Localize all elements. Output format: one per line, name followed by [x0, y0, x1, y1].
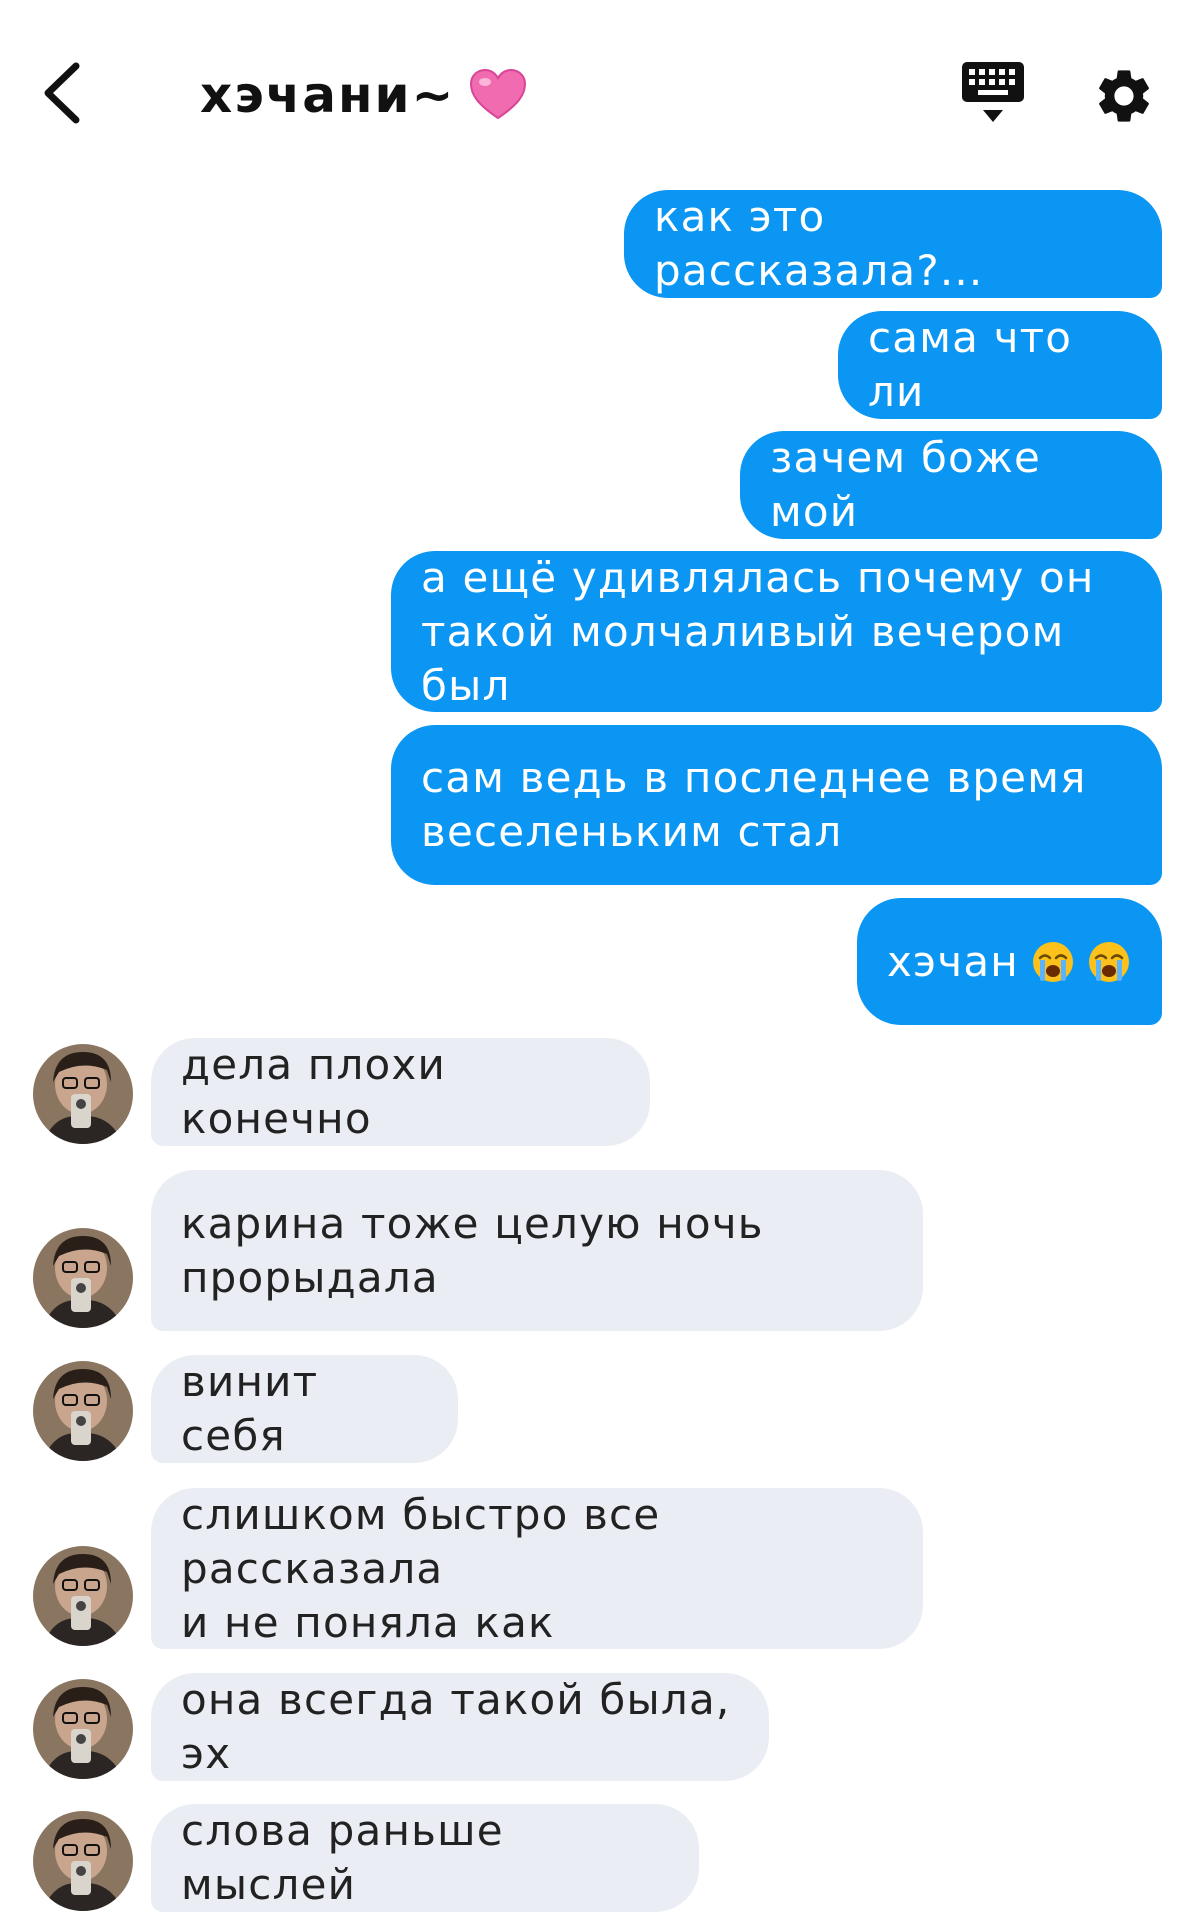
avatar[interactable]	[33, 1811, 133, 1911]
incoming-message[interactable]: дела плохи конечно	[151, 1038, 650, 1146]
avatar[interactable]	[33, 1228, 133, 1328]
chat-header: хэчани~	[0, 0, 1194, 180]
message-text: она всегда такой была, эх	[181, 1675, 731, 1778]
keyboard-toggle-button[interactable]	[960, 60, 1026, 126]
message-text: слова раньше мыслей	[181, 1806, 504, 1909]
outgoing-message[interactable]: а ещё удивлялась почему он такой молчали…	[391, 551, 1162, 712]
gear-icon	[1099, 70, 1149, 122]
pink-heart-icon	[470, 68, 527, 120]
outgoing-message[interactable]: сама что ли	[838, 311, 1162, 419]
message-text: как это рассказала?...	[654, 192, 984, 295]
avatar[interactable]	[33, 1044, 133, 1144]
message-text: дела плохи конечно	[181, 1040, 446, 1143]
settings-button[interactable]	[1092, 64, 1156, 128]
incoming-message[interactable]: слова раньше мыслей	[151, 1804, 699, 1912]
message-text: сама что ли	[868, 313, 1073, 416]
crying-face-icon	[1032, 941, 1073, 982]
contact-name: хэчани~	[200, 66, 456, 124]
outgoing-message[interactable]: хэчан	[857, 898, 1162, 1025]
message-text: карина тоже целую ночь прорыдала	[181, 1198, 764, 1302]
avatar[interactable]	[33, 1361, 133, 1461]
outgoing-message[interactable]: зачем боже мой	[740, 431, 1162, 539]
incoming-message[interactable]: она всегда такой была, эх	[151, 1673, 769, 1781]
incoming-message[interactable]: карина тоже целую ночь прорыдала	[151, 1170, 923, 1331]
message-text: а ещё удивлялась почему он такой молчали…	[421, 552, 1095, 710]
incoming-message[interactable]: слишком быстро все рассказала и не понял…	[151, 1488, 923, 1649]
message-text: зачем боже мой	[770, 433, 1042, 536]
back-button[interactable]	[36, 58, 96, 128]
chevron-left-icon	[44, 62, 80, 124]
avatar[interactable]	[33, 1679, 133, 1779]
keyboard-hide-icon	[962, 62, 1024, 122]
message-text: сам ведь в последнее время веселеньким с…	[421, 753, 1087, 856]
incoming-message[interactable]: винит себя	[151, 1355, 458, 1463]
avatar[interactable]	[33, 1546, 133, 1646]
outgoing-message[interactable]: сам ведь в последнее время веселеньким с…	[391, 725, 1162, 885]
message-text: слишком быстро все рассказала и не понял…	[181, 1489, 661, 1647]
message-text: хэчан	[887, 936, 1019, 986]
crying-face-icon	[1088, 941, 1129, 982]
chat-title[interactable]: хэчани~	[200, 62, 527, 128]
message-text: винит себя	[181, 1357, 319, 1460]
outgoing-message[interactable]: как это рассказала?...	[624, 190, 1162, 298]
